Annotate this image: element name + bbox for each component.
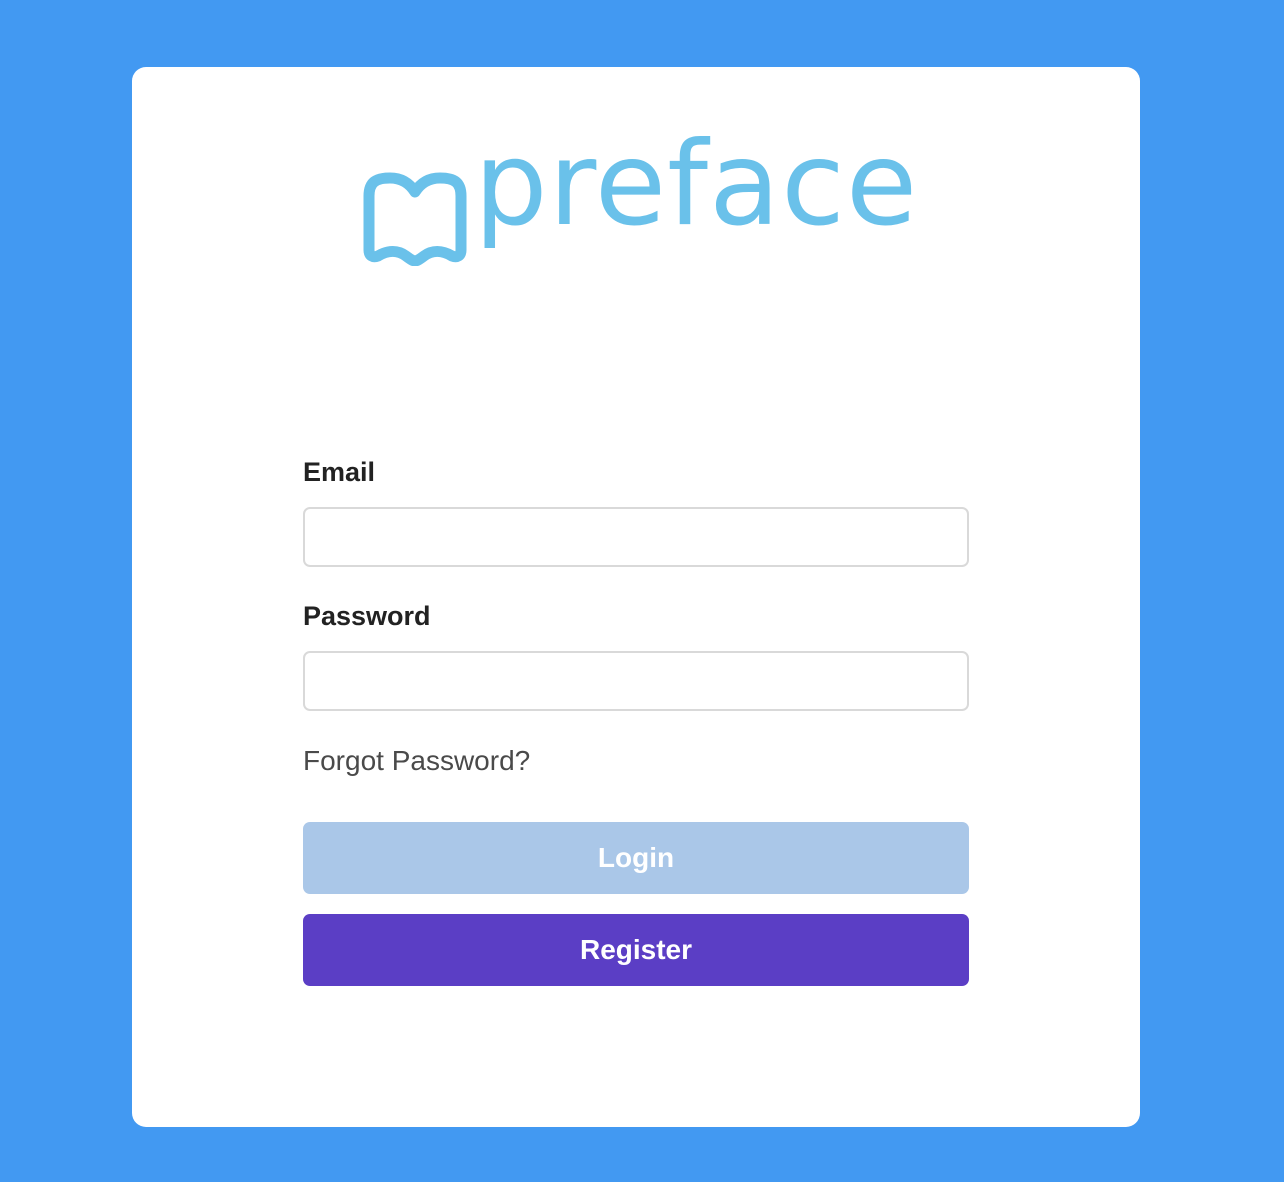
password-label: Password: [303, 601, 431, 631]
email-label: Email: [303, 457, 376, 487]
login-card: preface Email Password Forgot Password? …: [132, 67, 1140, 1127]
open-book-icon: [363, 172, 467, 266]
login-button[interactable]: Login: [303, 822, 969, 894]
email-field[interactable]: [303, 507, 969, 567]
password-field[interactable]: [303, 651, 969, 711]
forgot-password-link[interactable]: Forgot Password?: [303, 745, 969, 777]
logo-wordmark: preface: [474, 117, 919, 252]
login-form: Email Password Forgot Password? Login Re…: [303, 455, 969, 986]
register-button[interactable]: Register: [303, 914, 969, 986]
